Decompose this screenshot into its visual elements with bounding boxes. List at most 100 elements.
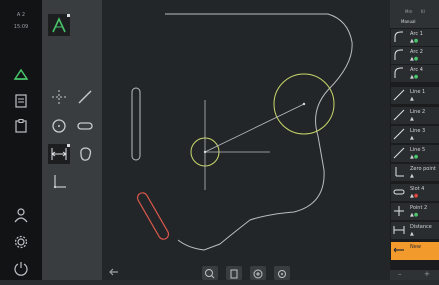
- measure-icon[interactable]: [13, 66, 29, 82]
- zoom-in-button[interactable]: [250, 266, 266, 280]
- remove-icon[interactable]: –: [398, 270, 402, 278]
- feature-label: Line 1: [410, 89, 426, 95]
- blob-icon: [80, 147, 92, 161]
- settings-icon: [278, 270, 286, 278]
- feature-tabs: Mm Kl Manual: [390, 0, 439, 28]
- distance-icon: [393, 226, 405, 234]
- tool-coordinate-axes[interactable]: [50, 173, 68, 191]
- system-sidebar: A 2 15:09: [0, 0, 42, 280]
- tool-distance[interactable]: [48, 144, 70, 164]
- center-point: [302, 102, 306, 106]
- feature-label: Line 2: [410, 109, 426, 115]
- tool-line[interactable]: [76, 88, 94, 106]
- feature-item-line2[interactable]: Line 2 ▲: [391, 107, 439, 125]
- feature-status: ▲●: [410, 74, 419, 80]
- slot-selected[interactable]: [136, 191, 171, 241]
- user-icon[interactable]: [13, 207, 29, 223]
- tool-badge: [67, 144, 70, 147]
- clipboard-icon[interactable]: [13, 118, 29, 134]
- zero-point: [203, 150, 207, 154]
- part-outline[interactable]: [165, 13, 353, 251]
- slot-vertical[interactable]: [131, 87, 141, 161]
- feature-label: New: [410, 244, 421, 250]
- slot-icon: [77, 122, 93, 130]
- feature-item-point2[interactable]: Point 2 ▲●: [391, 203, 439, 221]
- feature-status: ▲●: [410, 212, 419, 218]
- line-icon: [393, 109, 405, 121]
- feature-item-arc2[interactable]: Arc 2 ▲●: [391, 47, 439, 65]
- zoom-fit-icon: [205, 269, 215, 279]
- status-time: 15:09: [13, 24, 29, 30]
- slot-icon: [393, 189, 405, 195]
- line-icon: [393, 89, 405, 101]
- feature-label: Arc 1: [410, 31, 423, 37]
- back-arrow-icon[interactable]: [108, 267, 120, 277]
- tool-point-line[interactable]: [50, 88, 68, 106]
- center-line[interactable]: [204, 103, 305, 153]
- feature-label: Arc 4: [410, 67, 423, 73]
- feature-list-panel: Mm Kl Manual Arc 1 ▲● Arc 2 ▲● Arc 4 ▲● …: [390, 0, 439, 280]
- coordinate-axes-icon: [53, 175, 66, 189]
- feature-item-line1[interactable]: Line 1 ▲: [391, 87, 439, 105]
- feature-label: Point 2: [410, 205, 428, 211]
- feature-status: ▲: [410, 231, 414, 237]
- feature-item-line3[interactable]: Line 3 ▲: [391, 126, 439, 144]
- pan-icon: [230, 269, 238, 279]
- line-icon: [78, 90, 92, 104]
- feature-item-new[interactable]: New: [391, 242, 439, 261]
- zoom-in-icon: [253, 269, 263, 279]
- feature-status: ▲●: [410, 38, 419, 44]
- feature-item-slot4[interactable]: Slot 4 ▲●: [391, 184, 439, 202]
- arc-icon: [394, 49, 403, 60]
- feature-item-arc1[interactable]: Arc 1 ▲●: [391, 29, 439, 47]
- arc-icon: [394, 67, 403, 78]
- settings-button[interactable]: [274, 266, 290, 280]
- feature-item-zero-point[interactable]: Zero point ▲: [391, 164, 439, 182]
- feature-item-line5[interactable]: Line 5 ▲●: [391, 145, 439, 163]
- distance-icon: [51, 148, 67, 160]
- feature-item-distance[interactable]: Distance ▲: [391, 222, 439, 240]
- bottom-toolbar: [102, 264, 390, 280]
- tool-panel: [42, 0, 102, 280]
- feature-label: Distance: [410, 224, 432, 230]
- add-icon[interactable]: +: [424, 270, 430, 278]
- feature-status: ▲●: [410, 154, 419, 160]
- pan-button[interactable]: [226, 266, 242, 280]
- feature-list-footer: – +: [390, 270, 439, 280]
- angle-arrow-icon: [52, 17, 66, 33]
- new-feature-icon: [393, 247, 404, 253]
- part-sketch: [131, 13, 353, 251]
- drawing-canvas[interactable]: [102, 0, 390, 280]
- feature-status: ▲●: [410, 193, 419, 199]
- feature-label: Zero point: [410, 166, 436, 172]
- circle-icon: [52, 119, 66, 133]
- point-line-icon: [52, 90, 66, 104]
- line-icon: [393, 128, 405, 140]
- tool-badge: [67, 14, 70, 17]
- tab-manual[interactable]: Manual: [401, 19, 416, 24]
- zero-point-icon: [395, 167, 404, 177]
- tool-blob[interactable]: [76, 145, 94, 163]
- feature-status: ▲: [410, 116, 414, 122]
- gear-icon[interactable]: [13, 234, 29, 250]
- feature-status: ▲: [410, 96, 414, 102]
- zoom-fit-button[interactable]: [202, 266, 218, 280]
- tool-angle[interactable]: [48, 14, 70, 36]
- feature-label: Line 3: [410, 128, 426, 134]
- status-line: A 2: [16, 12, 26, 18]
- feature-status: ▲: [410, 173, 414, 179]
- feature-label: Line 5: [410, 147, 426, 153]
- arc-icon: [394, 31, 403, 42]
- feature-status: ▲●: [410, 56, 419, 62]
- feature-status: ▲: [410, 135, 414, 141]
- tab-mm[interactable]: Mm: [405, 9, 412, 14]
- feature-label: Slot 4: [410, 186, 425, 192]
- tool-circle[interactable]: [50, 117, 68, 135]
- tab-kl[interactable]: Kl: [421, 9, 425, 14]
- line-icon: [393, 147, 405, 159]
- point-icon: [394, 206, 404, 216]
- document-icon[interactable]: [13, 93, 29, 109]
- feature-item-arc4[interactable]: Arc 4 ▲●: [391, 65, 439, 83]
- tool-slot[interactable]: [76, 117, 94, 135]
- power-icon[interactable]: [13, 260, 29, 276]
